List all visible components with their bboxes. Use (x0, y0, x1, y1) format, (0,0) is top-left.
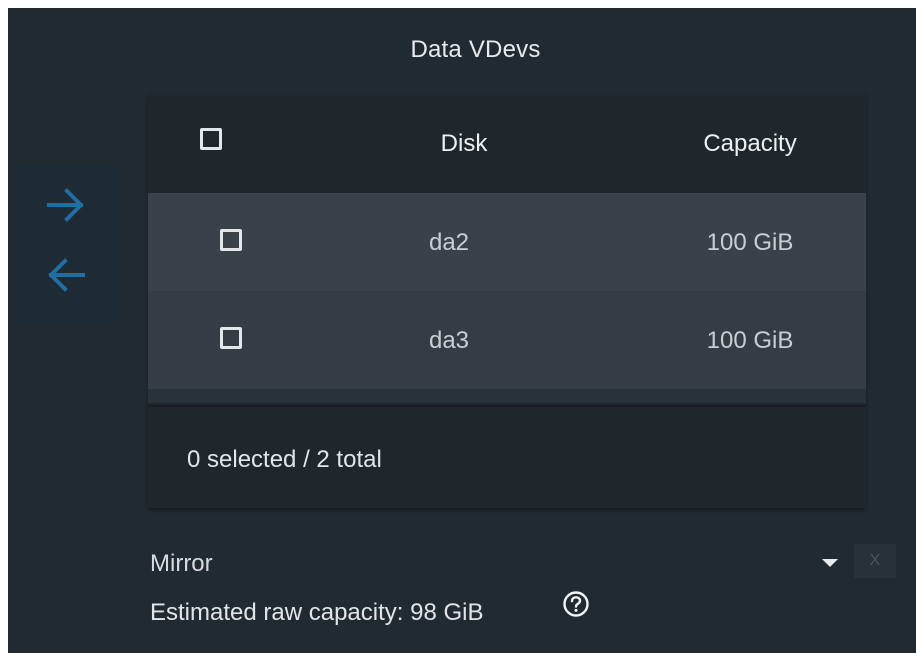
selection-count: 0 selected / 2 total (187, 446, 382, 473)
column-header-capacity[interactable]: Capacity (650, 130, 850, 158)
table-row[interactable]: da3 100 GiB (148, 291, 866, 389)
row-checkbox[interactable] (220, 229, 242, 251)
footer-divider (148, 405, 866, 407)
data-vdevs-panel: Data VDevs Disk Capacity da2 100 GiB da3 (8, 8, 916, 653)
disk-cell: da2 (428, 229, 470, 256)
disk-table: Disk Capacity da2 100 GiB da3 100 GiB 0 … (148, 94, 866, 508)
table-header: Disk Capacity (148, 94, 866, 193)
disk-cell: da3 (428, 327, 470, 354)
capacity-cell: 100 GiB (706, 327, 794, 354)
estimated-capacity: Estimated raw capacity: 98 GiB (150, 599, 484, 626)
remove-vdev-button[interactable]: X (854, 544, 896, 578)
add-disks-button[interactable] (41, 180, 91, 230)
capacity-cell: 100 GiB (706, 229, 794, 256)
arrow-right-icon (47, 188, 84, 222)
select-all-checkbox[interactable] (200, 128, 222, 150)
column-header-disk[interactable]: Disk (394, 130, 534, 158)
table-scroll-area (148, 389, 866, 403)
arrow-left-icon (48, 258, 85, 292)
section-title: Data VDevs (410, 36, 541, 63)
remove-disks-button[interactable] (41, 250, 91, 300)
vdev-type-select[interactable]: Mirror (150, 550, 213, 578)
transfer-buttons (16, 162, 117, 325)
chevron-down-icon[interactable] (822, 559, 838, 567)
help-circle-icon[interactable] (561, 589, 591, 619)
row-checkbox[interactable] (220, 327, 242, 349)
table-row[interactable]: da2 100 GiB (148, 193, 866, 291)
